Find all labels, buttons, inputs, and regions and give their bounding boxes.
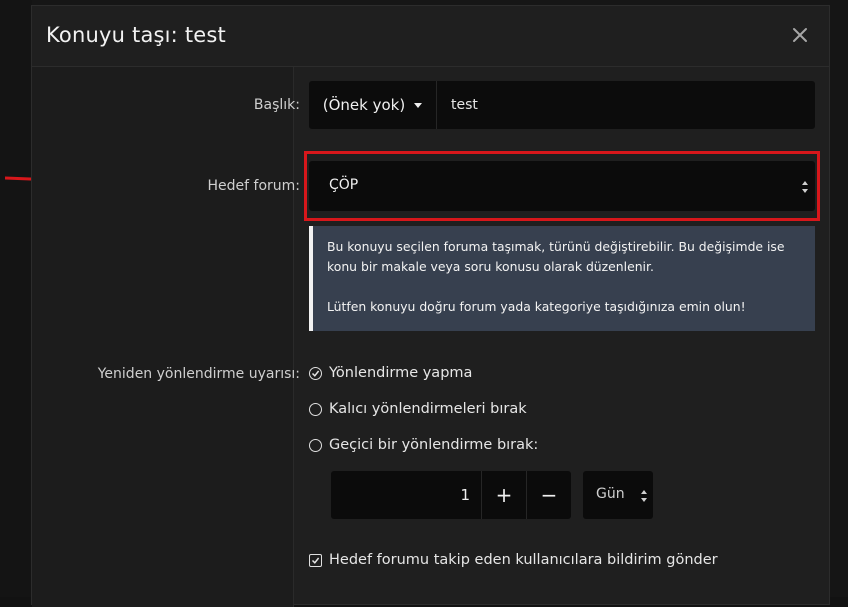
prefix-button-label: (Önek yok) (322, 96, 406, 114)
title-input[interactable] (437, 81, 815, 129)
increment-button[interactable]: + (481, 471, 526, 519)
redirect-duration-stepper: 1 + − (331, 471, 571, 519)
dialog-title: Konuyu taşı: test (46, 23, 226, 47)
radio-no-redirect-label: Yönlendirme yapma (329, 365, 473, 381)
decrement-button[interactable]: − (526, 471, 571, 519)
label-column (32, 67, 294, 607)
move-info-box: Bu konuyu seçilen foruma taşımak, türünü… (309, 226, 815, 331)
target-forum-select[interactable]: ÇÖP (309, 161, 815, 211)
prefix-dropdown-button[interactable]: (Önek yok) (309, 81, 437, 129)
target-forum-label: Hedef forum: (207, 178, 301, 194)
info-text-1: Bu konuyu seçilen foruma taşımak, türünü… (327, 239, 785, 274)
radio-permanent-redirect[interactable]: Kalıcı yönlendirmeleri bırak (309, 401, 527, 417)
notify-watchers-label: Hedef forumu takip eden kullanıcılara bi… (329, 552, 718, 568)
radio-no-redirect[interactable]: Yönlendirme yapma (309, 365, 472, 381)
duration-unit-select[interactable]: Gün (583, 471, 653, 519)
duration-unit-value: Gün (596, 486, 625, 502)
info-text-2: Lütfen konuyu doğru forum yada kategoriy… (327, 299, 746, 314)
backdrop-right (830, 0, 848, 597)
target-forum-value: ÇÖP (329, 177, 359, 193)
caret-down-icon (414, 102, 423, 108)
title-input-group: (Önek yok) (309, 81, 815, 129)
duration-input[interactable]: 1 (331, 471, 481, 519)
select-arrows-icon (802, 181, 809, 193)
checkbox-checked-icon (309, 553, 322, 567)
radio-checked-icon (309, 366, 322, 380)
radio-unchecked-icon (309, 438, 322, 452)
select-arrows-icon (641, 490, 648, 502)
notify-watchers-checkbox[interactable]: Hedef forumu takip eden kullanıcılara bi… (309, 552, 718, 568)
radio-temporary-redirect[interactable]: Geçici bir yönlendirme bırak: (309, 437, 538, 453)
backdrop-left (0, 0, 32, 597)
radio-temporary-redirect-label: Geçici bir yönlendirme bırak: (329, 437, 539, 453)
radio-unchecked-icon (309, 402, 322, 416)
title-label: Başlık: (253, 97, 300, 113)
radio-permanent-redirect-label: Kalıcı yönlendirmeleri bırak (329, 401, 527, 417)
dialog-header: Konuyu taşı: test (32, 6, 829, 67)
close-icon[interactable] (791, 26, 809, 44)
redirect-label: Yeniden yönlendirme uyarısı: (97, 366, 300, 382)
